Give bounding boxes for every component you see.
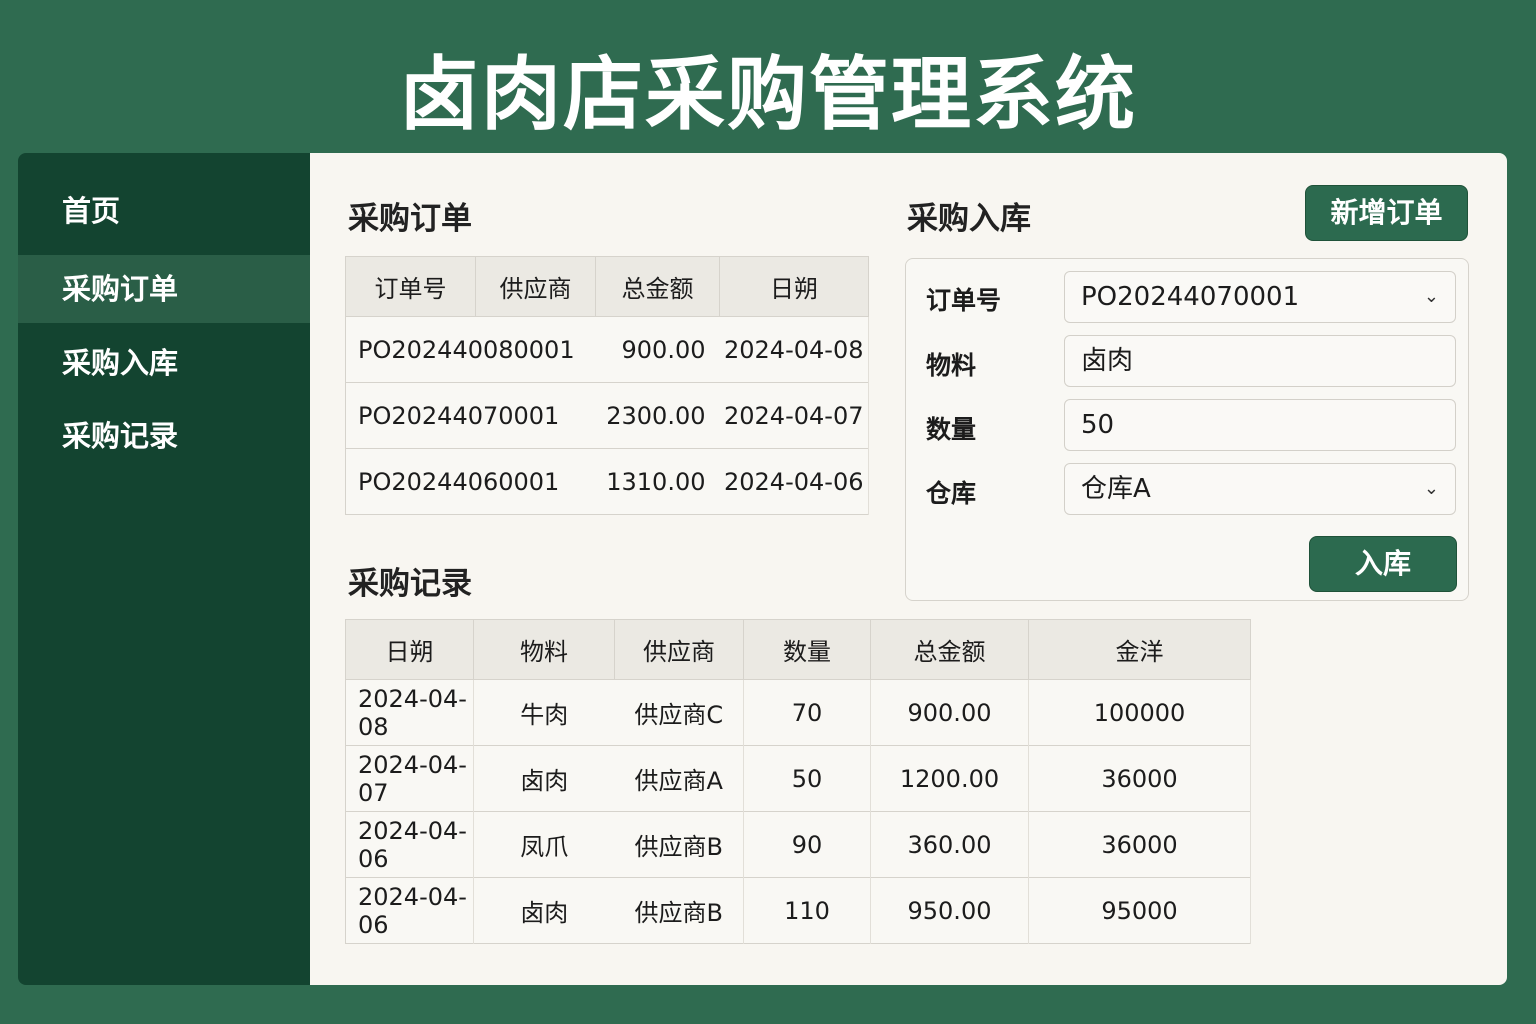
table-row[interactable]: PO202440080001 900.00 2024-04-08 (345, 316, 869, 383)
cell: 2024-04-06 (345, 811, 474, 878)
col-header: 供应商 (475, 256, 596, 317)
qty-label: 数量 (926, 415, 977, 444)
cell: 供应商C (614, 679, 744, 746)
order-date: 2024-04-07 (719, 382, 869, 449)
cell: 凤爪 (473, 811, 615, 878)
order-amount: 900.00 (595, 316, 720, 383)
inbound-submit-button[interactable]: 入库 (1309, 536, 1457, 592)
sidebar-item-purchase-records[interactable]: 采购记录 (18, 402, 310, 470)
main-panel: 采购订单 订单号 供应商 总金额 日朔 PO202440080001 900.00… (310, 153, 1507, 985)
col-header: 物料 (473, 619, 615, 680)
records-table: 日朔 物料 供应商 数量 总金额 金洋 2024-04-08 牛肉 供应商C 70 90… (345, 619, 1251, 944)
cell: 卤肉 (473, 745, 615, 812)
table-row[interactable]: PO20244060001 1310.00 2024-04-06 (345, 448, 869, 515)
cell: 1200.00 (870, 745, 1029, 812)
cell: 950.00 (870, 877, 1029, 944)
order-amount: 2300.00 (595, 382, 720, 449)
cell: 110 (743, 877, 871, 944)
sidebar: 首页 采购订单 采购入库 采购记录 (18, 153, 310, 985)
order-select[interactable]: PO20244070001 ⌄ (1064, 271, 1456, 323)
app-title: 卤肉店采购管理系统 (399, 48, 1137, 141)
order-amount: 1310.00 (595, 448, 720, 515)
warehouse-select[interactable]: 仓库A ⌄ (1064, 463, 1456, 515)
col-header: 供应商 (614, 619, 744, 680)
warehouse-label: 仓库 (926, 479, 977, 508)
cell: 100000 (1028, 679, 1251, 746)
cell: 供应商A (614, 745, 744, 812)
cell: 供应商B (614, 877, 744, 944)
cell: 70 (743, 679, 871, 746)
order-date: 2024-04-08 (719, 316, 869, 383)
orders-title: 采购订单 (348, 201, 472, 237)
table-row[interactable]: 2024-04-06 凤爪 供应商B 90 360.00 36000 (345, 811, 1251, 878)
cell: 36000 (1028, 811, 1251, 878)
order-id: PO20244070001 (345, 382, 596, 449)
cell: 2024-04-07 (345, 745, 474, 812)
inbound-title: 采购入库 (907, 201, 1031, 237)
cell: 2024-04-06 (345, 877, 474, 944)
inbound-form: 订单号 PO20244070001 ⌄ 物料 卤肉 数量 50 仓库 仓库A ⌄ 入… (905, 258, 1469, 601)
order-id: PO20244060001 (345, 448, 596, 515)
order-value: PO20244070001 (1081, 282, 1300, 312)
cell: 2024-04-08 (345, 679, 474, 746)
col-header: 日朔 (345, 619, 474, 680)
col-header: 金洋 (1028, 619, 1251, 680)
material-label: 物料 (926, 351, 977, 380)
sidebar-item-purchase-inbound[interactable]: 采购入库 (18, 329, 310, 397)
table-row[interactable]: 2024-04-08 牛肉 供应商C 70 900.00 100000 (345, 679, 1251, 746)
warehouse-value: 仓库A (1081, 474, 1151, 504)
cell: 36000 (1028, 745, 1251, 812)
orders-table: 订单号 供应商 总金额 日朔 PO202440080001 900.00 2024-… (345, 256, 869, 515)
col-header: 数量 (743, 619, 871, 680)
cell: 卤肉 (473, 877, 615, 944)
order-id: PO202440080001 (345, 316, 596, 383)
col-header: 总金额 (870, 619, 1029, 680)
cell: 牛肉 (473, 679, 615, 746)
table-row[interactable]: 2024-04-06 卤肉 供应商B 110 950.00 95000 (345, 877, 1251, 944)
cell: 90 (743, 811, 871, 878)
table-row[interactable]: PO20244070001 2300.00 2024-04-07 (345, 382, 869, 449)
cell: 900.00 (870, 679, 1029, 746)
new-order-button[interactable]: 新增订单 (1305, 185, 1468, 241)
col-header: 日朔 (719, 256, 869, 317)
table-row[interactable]: 2024-04-07 卤肉 供应商A 50 1200.00 36000 (345, 745, 1251, 812)
chevron-down-icon: ⌄ (1423, 478, 1439, 499)
order-label: 订单号 (926, 286, 1002, 315)
records-title: 采购记录 (348, 566, 472, 602)
sidebar-item-home[interactable]: 首页 (18, 177, 310, 245)
sidebar-item-purchase-orders[interactable]: 采购订单 (18, 255, 310, 323)
qty-input[interactable]: 50 (1064, 399, 1456, 451)
col-header: 总金额 (595, 256, 720, 317)
cell: 供应商B (614, 811, 744, 878)
material-input[interactable]: 卤肉 (1064, 335, 1456, 387)
chevron-down-icon: ⌄ (1423, 286, 1439, 307)
cell: 360.00 (870, 811, 1029, 878)
cell: 95000 (1028, 877, 1251, 944)
col-header: 订单号 (345, 256, 476, 317)
cell: 50 (743, 745, 871, 812)
order-date: 2024-04-06 (719, 448, 869, 515)
